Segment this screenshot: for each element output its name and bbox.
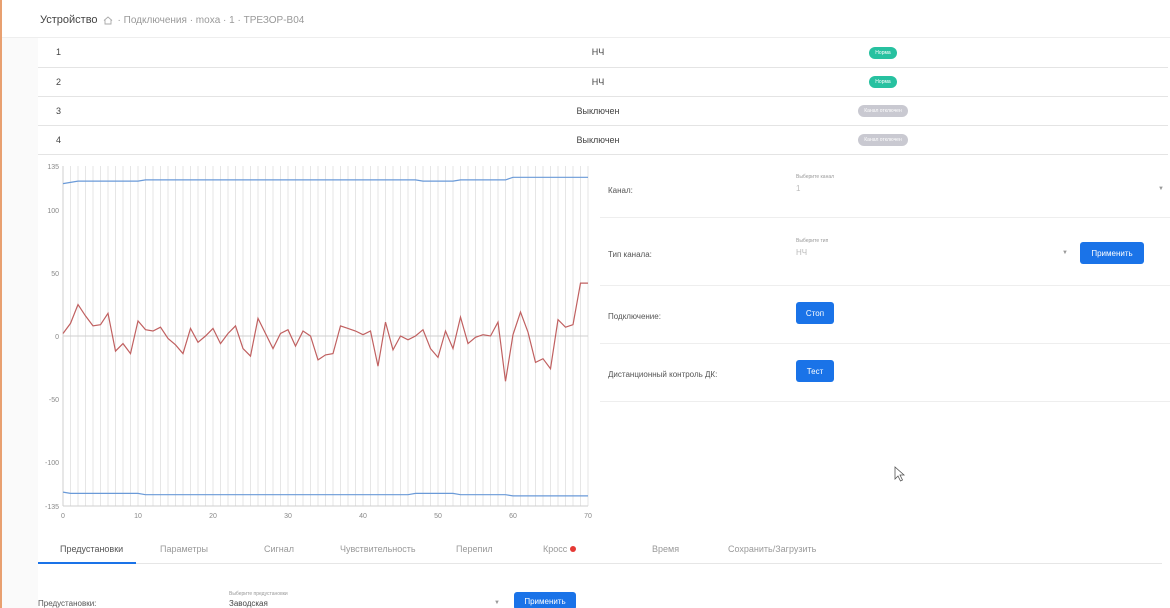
- header: Устройство · Подключения · moxa · 1 · ТР…: [2, 0, 1170, 38]
- apply-presets-button[interactable]: Применить: [514, 592, 576, 608]
- presets-label: Предустановки:: [38, 599, 97, 608]
- chevron-down-icon[interactable]: ▼: [1158, 186, 1164, 192]
- channel-number: 2: [38, 67, 408, 97]
- y-tick-label: 0: [55, 334, 59, 341]
- stop-button[interactable]: Стоп: [796, 302, 834, 324]
- y-tick-label: 100: [47, 208, 59, 215]
- presets-select[interactable]: Заводская: [229, 599, 268, 608]
- chevron-down-icon[interactable]: ▼: [494, 600, 500, 606]
- channel-type-hint: Выберите тип: [796, 238, 829, 244]
- settings-tabs: Предустановки Параметры Сигнал Чувствите…: [38, 540, 1162, 564]
- remote-control-label: Дистанционный контроль ДК:: [608, 370, 718, 379]
- channel-type-select[interactable]: НЧ: [796, 248, 807, 257]
- y-tick-label: -135: [45, 504, 59, 511]
- channel-mode: НЧ: [408, 38, 788, 68]
- tab-cut[interactable]: Перепил: [456, 544, 493, 554]
- channel-number: 3: [38, 96, 408, 126]
- breadcrumb-path[interactable]: · Подключения · moxa · 1 · ТРЕЗОР-В04: [118, 15, 305, 26]
- channel-number: 4: [38, 125, 408, 155]
- connection-label: Подключение:: [608, 312, 661, 321]
- table-row[interactable]: 3 Выключен Канал отключен: [38, 96, 1168, 126]
- channel-mode: Выключен: [408, 96, 788, 126]
- channel-settings: Канал: Выберите канал 1 ▼ Тип канала: Вы…: [600, 160, 1170, 402]
- status-badge: Канал отключен: [858, 134, 908, 146]
- mouse-pointer-icon: [894, 466, 906, 482]
- table-row[interactable]: 4 Выключен Канал отключен: [38, 125, 1168, 155]
- x-tick-label: 60: [509, 513, 517, 520]
- tab-cross-label: Кросс: [543, 544, 568, 554]
- tab-cross[interactable]: Кросс: [543, 544, 577, 554]
- channels-table: 1 НЧ Норма 2 НЧ Норма 3 Выключен Канал о…: [38, 38, 1168, 155]
- table-row[interactable]: 2 НЧ Норма: [38, 67, 1168, 97]
- test-button[interactable]: Тест: [796, 360, 834, 382]
- status-badge: Канал отключен: [858, 105, 908, 117]
- y-tick-label: -100: [45, 460, 59, 467]
- connection-row: Подключение: Стоп: [600, 286, 1170, 344]
- x-tick-label: 70: [584, 513, 592, 520]
- y-tick-label: 135: [47, 164, 59, 171]
- tab-time[interactable]: Время: [652, 544, 679, 554]
- channel-select[interactable]: 1: [796, 184, 800, 193]
- channel-row: Канал: Выберите канал 1 ▼: [600, 160, 1170, 218]
- presets-row: Предустановки: Выберите предустановки За…: [38, 586, 1168, 608]
- channel-type-label: Тип канала:: [608, 250, 652, 259]
- active-tab-indicator: [38, 562, 136, 564]
- channel-label: Канал:: [608, 186, 633, 195]
- channel-mode: Выключен: [408, 125, 788, 155]
- status-badge: Норма: [869, 46, 897, 59]
- channel-type-row: Тип канала: Выберите тип НЧ ▼ Применить: [600, 218, 1170, 286]
- signal-chart: 135100500-50-100-1350 10 20 30 40 50 60 70: [45, 164, 592, 520]
- tab-signal[interactable]: Сигнал: [264, 544, 294, 554]
- channel-mode: НЧ: [408, 67, 788, 97]
- x-tick-label: 50: [434, 513, 442, 520]
- chevron-down-icon[interactable]: ▼: [1062, 250, 1068, 256]
- alert-dot-icon: [570, 546, 577, 552]
- breadcrumb-title[interactable]: Устройство: [40, 14, 98, 26]
- table-row[interactable]: 1 НЧ Норма: [38, 38, 1168, 68]
- y-tick-label: 50: [51, 271, 59, 278]
- apply-channel-type-button[interactable]: Применить: [1080, 242, 1144, 264]
- remote-control-row: Дистанционный контроль ДК: Тест: [600, 344, 1170, 402]
- status-badge: Норма: [869, 76, 897, 88]
- y-tick-label: -50: [49, 397, 59, 404]
- presets-select-hint: Выберите предустановки: [229, 591, 288, 597]
- tab-presets[interactable]: Предустановки: [60, 544, 123, 554]
- x-tick-label: 0: [61, 513, 65, 520]
- tab-parameters[interactable]: Параметры: [160, 544, 208, 554]
- x-tick-label: 20: [209, 513, 217, 520]
- x-tick-label: 30: [284, 513, 292, 520]
- tab-sensitivity[interactable]: Чувствительность: [340, 544, 416, 554]
- home-icon[interactable]: [103, 15, 113, 25]
- tab-save-load[interactable]: Сохранить/Загрузить: [728, 544, 816, 554]
- channel-select-hint: Выберите канал: [796, 174, 835, 180]
- x-tick-label: 40: [359, 513, 367, 520]
- breadcrumb: Устройство · Подключения · moxa · 1 · ТР…: [40, 14, 304, 26]
- x-tick-label: 10: [134, 513, 142, 520]
- channel-number: 1: [38, 38, 408, 68]
